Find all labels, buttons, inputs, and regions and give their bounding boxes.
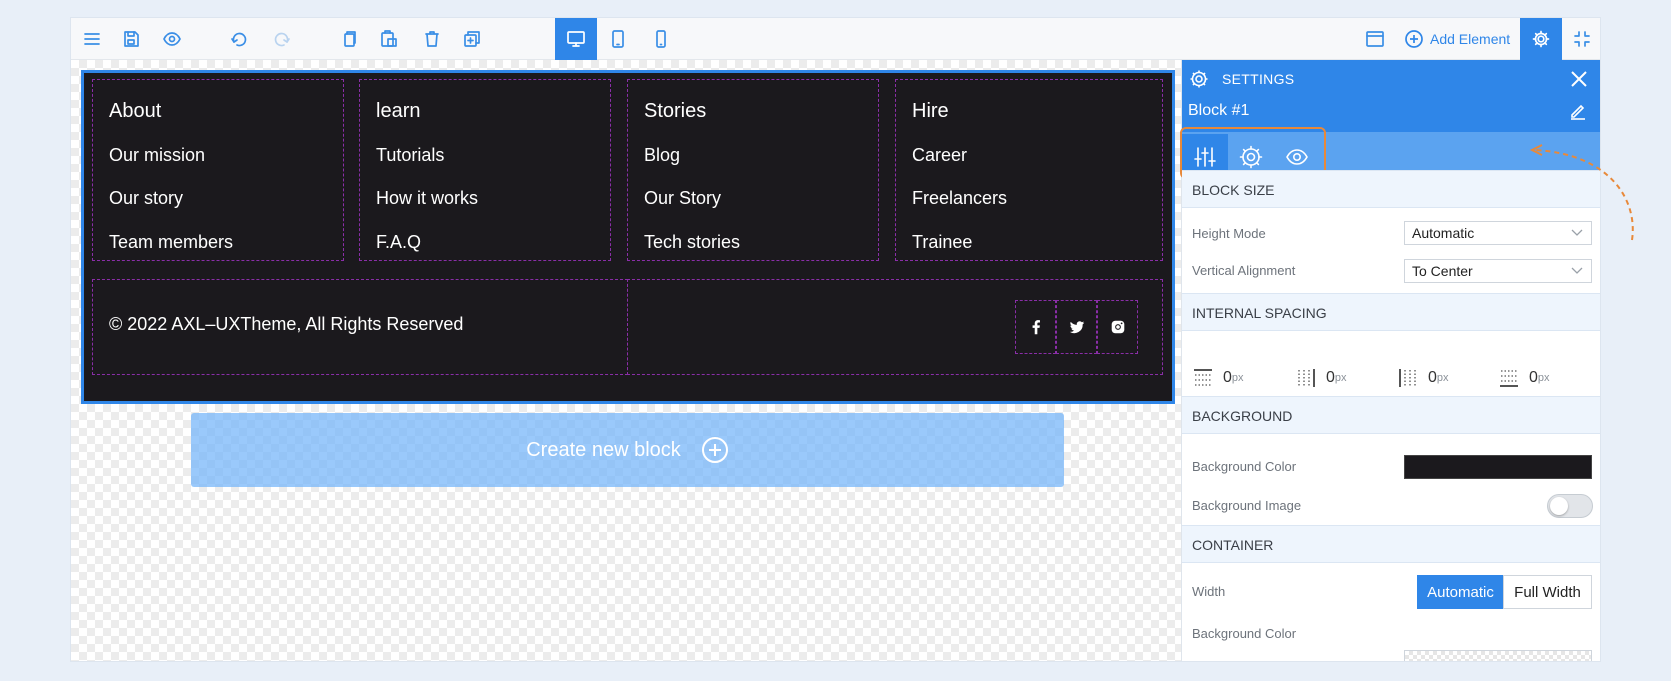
spacing-left[interactable]: 0 px xyxy=(1397,366,1449,390)
background-color-swatch[interactable] xyxy=(1404,455,1592,479)
footer-link[interactable]: F.A.Q xyxy=(376,232,421,253)
tablet-icon[interactable] xyxy=(597,18,639,60)
height-mode-label: Height Mode xyxy=(1192,226,1266,241)
section-container: CONTAINER xyxy=(1182,525,1600,563)
copyright-text: © 2022 AXL–UXTheme, All Rights Reserved xyxy=(109,314,464,334)
footer-link[interactable]: Tutorials xyxy=(376,145,444,166)
width-automatic-button[interactable]: Automatic xyxy=(1417,575,1504,609)
create-block-label: Create new block xyxy=(526,438,681,461)
redo-icon[interactable] xyxy=(261,18,303,60)
copyright-cell[interactable]: © 2022 AXL–UXTheme, All Rights Reserved xyxy=(92,279,628,375)
settings-header: SETTINGS Block #1 xyxy=(1182,60,1600,132)
preview-icon[interactable] xyxy=(151,18,193,60)
padding-right-icon xyxy=(1298,369,1315,387)
vertical-alignment-label: Vertical Alignment xyxy=(1192,263,1296,278)
add-element-button[interactable]: Add Element xyxy=(1404,18,1510,60)
spacing-bottom-value: 0 xyxy=(1529,369,1538,386)
collapse-icon[interactable] xyxy=(1561,18,1600,60)
instagram-icon[interactable] xyxy=(1097,300,1138,354)
save-icon[interactable] xyxy=(110,18,152,60)
gear-icon[interactable] xyxy=(1520,18,1562,60)
chevron-down-icon xyxy=(1571,267,1583,274)
undo-icon[interactable] xyxy=(218,18,260,60)
facebook-icon[interactable] xyxy=(1015,300,1056,354)
spacing-right[interactable]: 0 px xyxy=(1295,366,1347,390)
paste-icon[interactable] xyxy=(368,18,410,60)
edit-icon[interactable] xyxy=(1568,101,1588,121)
gear-icon xyxy=(1190,70,1208,88)
twitter-icon[interactable] xyxy=(1056,300,1097,354)
footer-column-title: learn xyxy=(376,100,421,122)
section-background: BACKGROUND xyxy=(1182,396,1600,434)
footer-link[interactable]: Freelancers xyxy=(912,188,1007,209)
footer-column-hire[interactable]: Hire Career Freelancers Trainee xyxy=(895,79,1163,261)
padding-left-icon xyxy=(1399,369,1416,387)
plus-circle-icon xyxy=(1405,30,1423,48)
container-bg-color-swatch[interactable] xyxy=(1404,650,1592,661)
social-cell[interactable] xyxy=(627,279,1163,375)
width-full-button[interactable]: Full Width xyxy=(1503,575,1592,609)
delete-icon[interactable] xyxy=(411,18,453,60)
background-image-toggle[interactable] xyxy=(1547,494,1593,518)
padding-bottom-icon xyxy=(1500,370,1518,387)
spacing-unit: px xyxy=(1231,372,1244,384)
desktop-icon[interactable] xyxy=(555,18,597,60)
page-builder-app: Add Element About Our mission Our story … xyxy=(71,18,1600,661)
plus-circle-icon xyxy=(701,437,728,463)
footer-column-title: Hire xyxy=(912,100,949,122)
vertical-alignment-select[interactable]: To Center xyxy=(1404,259,1592,283)
container-bg-color-label: Background Color xyxy=(1192,626,1297,641)
create-new-block-button[interactable]: Create new block xyxy=(191,413,1064,487)
footer-link[interactable]: Our story xyxy=(109,188,183,209)
footer-column-about[interactable]: About Our mission Our story Team members xyxy=(92,79,344,261)
top-toolbar: Add Element xyxy=(71,18,1600,60)
copy-icon[interactable] xyxy=(328,18,370,60)
layout-icon[interactable] xyxy=(1354,18,1396,60)
hint-arrow-icon xyxy=(1529,144,1634,241)
spacing-right-value: 0 xyxy=(1326,369,1335,386)
footer-column-title: About xyxy=(109,100,162,122)
footer-link[interactable]: Blog xyxy=(644,145,680,166)
section-internal-spacing: INTERNAL SPACING xyxy=(1182,293,1600,331)
height-mode-value: Automatic xyxy=(1412,225,1475,241)
footer-link[interactable]: How it works xyxy=(376,188,478,209)
spacing-unit: px xyxy=(1436,372,1449,384)
settings-title: SETTINGS xyxy=(1222,71,1295,87)
spacing-left-value: 0 xyxy=(1428,369,1437,386)
footer-link[interactable]: Tech stories xyxy=(644,232,740,253)
footer-link[interactable]: Our Story xyxy=(644,188,721,209)
spacing-bottom[interactable]: 0 px xyxy=(1498,366,1550,390)
block-name: Block #1 xyxy=(1188,102,1250,119)
footer-column-learn[interactable]: learn Tutorials How it works F.A.Q xyxy=(359,79,611,261)
footer-link[interactable]: Trainee xyxy=(912,232,972,253)
padding-top-icon xyxy=(1194,369,1212,386)
footer-link[interactable]: Career xyxy=(912,145,967,166)
spacing-top-value: 0 xyxy=(1223,369,1232,386)
mobile-icon[interactable] xyxy=(640,18,682,60)
footer-link[interactable]: Our mission xyxy=(109,145,205,166)
duplicate-icon[interactable] xyxy=(451,18,493,60)
close-icon[interactable] xyxy=(1568,68,1590,90)
container-width-label: Width xyxy=(1192,584,1226,599)
spacing-top[interactable]: 0 px xyxy=(1192,366,1244,390)
footer-block[interactable]: About Our mission Our story Team members… xyxy=(81,70,1175,404)
background-color-label: Background Color xyxy=(1192,459,1297,474)
background-image-label: Background Image xyxy=(1192,498,1302,513)
spacing-unit: px xyxy=(1334,372,1347,384)
footer-column-title: Stories xyxy=(644,100,707,122)
menu-icon[interactable] xyxy=(71,18,113,60)
spacing-unit: px xyxy=(1537,372,1550,384)
footer-link[interactable]: Team members xyxy=(109,232,233,253)
add-element-label: Add Element xyxy=(1430,31,1511,47)
footer-column-stories[interactable]: Stories Blog Our Story Tech stories xyxy=(627,79,879,261)
vertical-alignment-value: To Center xyxy=(1412,263,1473,279)
editor-canvas[interactable]: About Our mission Our story Team members… xyxy=(71,60,1181,661)
